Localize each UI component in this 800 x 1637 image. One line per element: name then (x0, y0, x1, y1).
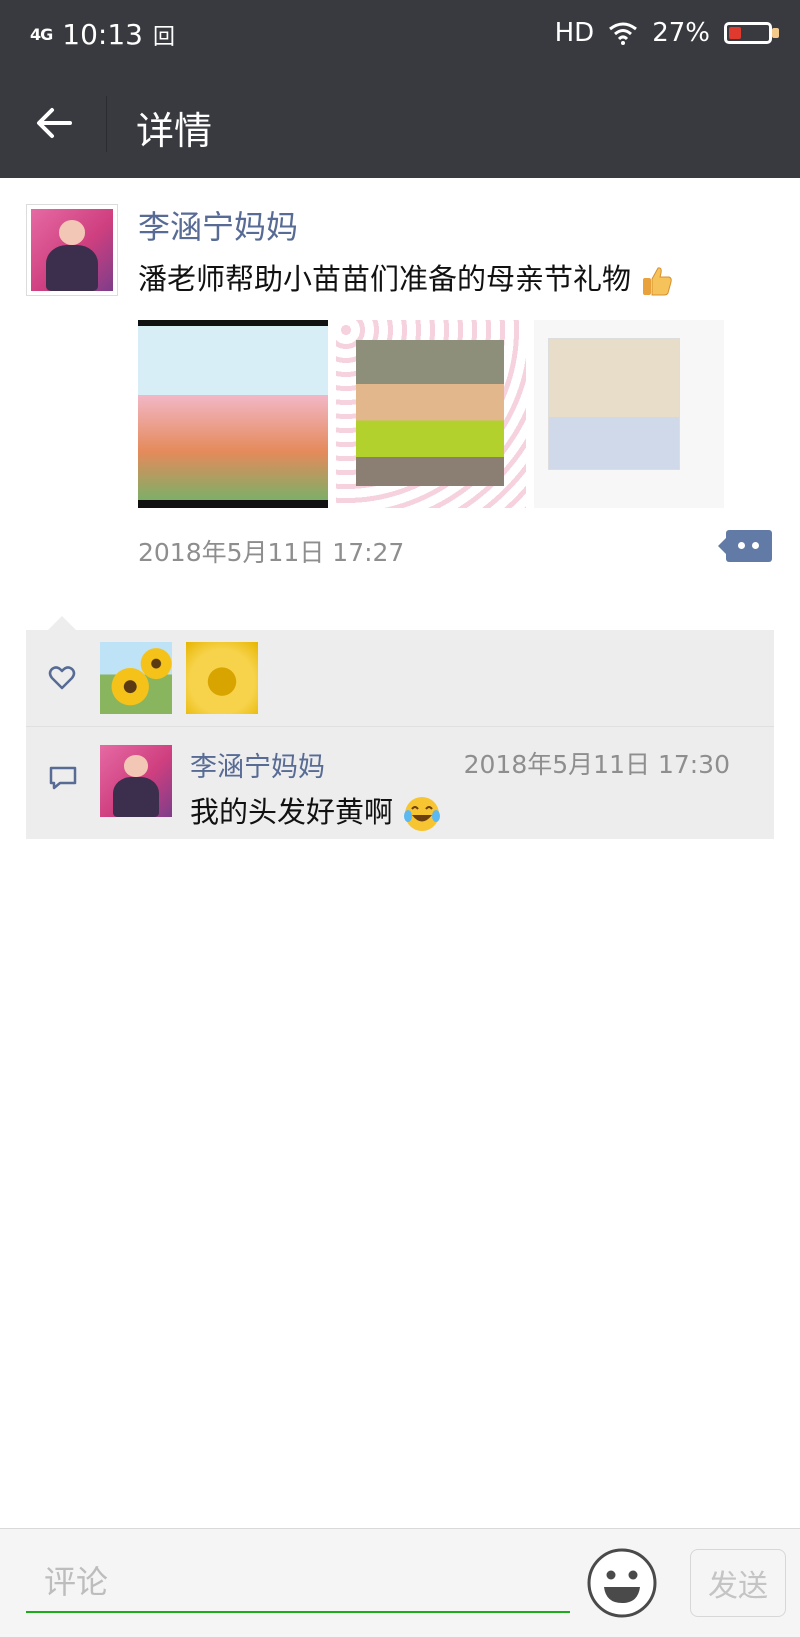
clock: 10:13 (62, 18, 143, 51)
avatar[interactable] (26, 204, 118, 296)
wifi-icon (609, 22, 638, 45)
comment-input[interactable] (26, 1553, 570, 1613)
page-title: 详情 (136, 109, 213, 153)
comment-text-line: 我的头发好黄啊 (190, 789, 442, 834)
thumbs-up-icon (643, 267, 672, 296)
title-bar: 详情 (0, 70, 800, 178)
status-bar: 4G 10:13 回 HD 27% (0, 0, 800, 70)
photo-thumbnail[interactable] (138, 320, 328, 508)
comment-author[interactable]: 李涵宁妈妈 (190, 745, 325, 784)
network-indicator: 4G (30, 25, 53, 44)
post-content: 潘老师帮助小苗苗们准备的母亲节礼物 (138, 256, 674, 298)
comment-item[interactable]: 李涵宁妈妈 2018年5月11日 17:30 我的头发好黄啊 (26, 727, 774, 839)
send-button[interactable]: 发送 (690, 1549, 786, 1617)
battery-percent: 27% (652, 18, 710, 48)
post-author[interactable]: 李涵宁妈妈 (138, 202, 298, 248)
comment-icon (49, 766, 77, 790)
liker-avatar[interactable] (100, 642, 172, 714)
post-text: 潘老师帮助小苗苗们准备的母亲节礼物 (138, 262, 632, 296)
more-dots-icon[interactable] (718, 530, 772, 562)
arrow-left-icon[interactable] (30, 98, 80, 148)
photo-grid (138, 320, 724, 508)
liker-avatar[interactable] (186, 642, 258, 714)
interaction-panel: 李涵宁妈妈 2018年5月11日 17:30 我的头发好黄啊 (26, 616, 774, 839)
post-timestamp: 2018年5月11日 17:27 (138, 538, 405, 567)
comment-bar: 发送 (0, 1528, 800, 1637)
avatar[interactable] (100, 745, 172, 817)
photo-thumbnail[interactable] (534, 320, 724, 508)
photo-thumbnail[interactable] (336, 320, 526, 508)
comment-text: 我的头发好黄啊 (190, 795, 394, 829)
heart-icon (48, 666, 76, 690)
smiley-icon[interactable] (586, 1547, 658, 1619)
notification-icon: 回 (152, 24, 175, 50)
comment-time: 2018年5月11日 17:30 (463, 750, 730, 779)
title-divider (106, 96, 107, 152)
battery-icon (724, 22, 779, 44)
hd-indicator: HD (554, 18, 595, 48)
laugh-cry-emoji-icon (404, 797, 441, 831)
likes-row (26, 630, 774, 727)
